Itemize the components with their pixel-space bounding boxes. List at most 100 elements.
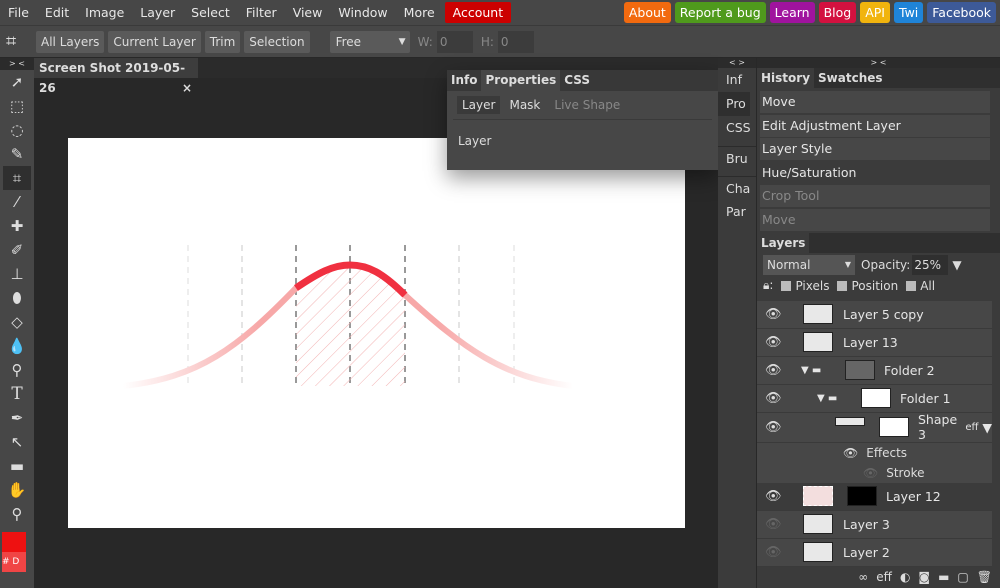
eye-icon[interactable]: 👁︎ bbox=[765, 489, 782, 504]
history-item[interactable]: Move bbox=[760, 91, 990, 113]
text-tool-icon[interactable]: T bbox=[0, 382, 34, 406]
effects-row[interactable]: 👁︎ Effects bbox=[757, 442, 992, 463]
layer-row[interactable]: 👁︎ Layer 5 copy bbox=[757, 300, 992, 329]
swap-label[interactable]: # bbox=[2, 557, 10, 567]
trash-icon[interactable]: 🗑︎ bbox=[977, 570, 992, 588]
history-item-current[interactable]: Hue/Saturation bbox=[760, 161, 990, 184]
layer-row[interactable]: 👁︎ Shape 3 eff ▼ bbox=[757, 412, 992, 443]
panel-character[interactable]: Cha bbox=[718, 176, 756, 200]
close-icon[interactable]: × bbox=[182, 78, 192, 98]
expand-toggle[interactable]: < > bbox=[718, 58, 756, 68]
layer-row[interactable]: 👁︎ Layer 2 bbox=[757, 538, 992, 567]
menu-image[interactable]: Image bbox=[77, 0, 132, 25]
tab-properties[interactable]: Properties bbox=[481, 70, 561, 91]
current-layer-button[interactable]: Current Layer bbox=[108, 30, 201, 53]
folder-icon[interactable]: ▬ bbox=[938, 570, 949, 588]
color-swatches[interactable]: # D bbox=[2, 532, 26, 572]
eraser-tool-icon[interactable]: ⬮ bbox=[0, 286, 34, 310]
subtab-layer[interactable]: Layer bbox=[457, 96, 501, 114]
eye-icon[interactable]: 👁︎ bbox=[765, 420, 782, 435]
account-button[interactable]: Account bbox=[444, 2, 512, 23]
menu-window[interactable]: Window bbox=[330, 0, 395, 25]
history-item[interactable]: Layer Style bbox=[760, 138, 990, 161]
eye-icon-hidden[interactable]: 👁︎ bbox=[765, 545, 782, 560]
crop-tool-icon[interactable]: ⌗ bbox=[3, 166, 31, 190]
eye-icon[interactable]: 👁︎ bbox=[843, 446, 858, 460]
marquee-tool-icon[interactable]: ⬚ bbox=[0, 94, 34, 118]
move-tool-icon[interactable]: ➚ bbox=[0, 70, 34, 94]
link-learn[interactable]: Learn bbox=[769, 2, 815, 23]
eye-icon[interactable]: 👁︎ bbox=[765, 307, 782, 322]
effects-button[interactable]: eff bbox=[876, 570, 892, 588]
link-api[interactable]: API bbox=[860, 2, 890, 23]
history-item-undone[interactable]: Move bbox=[760, 208, 990, 231]
blur-tool-icon[interactable]: 💧 bbox=[0, 334, 34, 358]
zoom-tool-icon[interactable]: ⚲ bbox=[0, 502, 34, 526]
menu-layer[interactable]: Layer bbox=[132, 0, 183, 25]
bucket-tool-icon[interactable]: ◇ bbox=[0, 310, 34, 334]
link-about[interactable]: About bbox=[623, 2, 671, 23]
quick-select-tool-icon[interactable]: ✎ bbox=[0, 142, 34, 166]
menu-select[interactable]: Select bbox=[183, 0, 238, 25]
collapse-toggle-right[interactable]: > < bbox=[757, 58, 1000, 68]
tab-info[interactable]: Info bbox=[447, 70, 481, 91]
healing-tool-icon[interactable]: ✚ bbox=[0, 214, 34, 238]
ratio-select[interactable]: Free ▼ bbox=[329, 30, 410, 53]
layer-row[interactable]: 👁︎ Layer 3 bbox=[757, 510, 992, 539]
history-item[interactable]: Edit Adjustment Layer bbox=[760, 114, 990, 137]
all-layers-button[interactable]: All Layers bbox=[36, 30, 105, 53]
panel-info[interactable]: Inf bbox=[718, 68, 756, 92]
menu-more[interactable]: More bbox=[396, 0, 443, 25]
selection-button[interactable]: Selection bbox=[244, 30, 310, 53]
link-icon[interactable]: ∞ bbox=[858, 570, 868, 588]
panel-properties[interactable]: Pro bbox=[718, 92, 750, 116]
eye-icon-hidden[interactable]: 👁︎ bbox=[765, 517, 782, 532]
brush-tool-icon[interactable]: ✐ bbox=[0, 238, 34, 262]
dodge-tool-icon[interactable]: ⚲ bbox=[0, 358, 34, 382]
tab-swatches[interactable]: Swatches bbox=[814, 68, 887, 88]
tab-history[interactable]: History bbox=[757, 68, 815, 88]
layer-row-selected[interactable]: 👁︎ Layer 12 bbox=[757, 482, 992, 511]
menu-file[interactable]: File bbox=[0, 0, 37, 25]
height-input[interactable]: 0 bbox=[497, 30, 534, 53]
document-tab[interactable]: Screen Shot 2019-05-26 × bbox=[34, 58, 198, 95]
lasso-tool-icon[interactable]: ◌ bbox=[0, 118, 34, 142]
lock-pixels-checkbox[interactable] bbox=[781, 280, 792, 291]
chevron-down-icon[interactable]: ▼ bbox=[982, 420, 992, 435]
opacity-slider-toggle[interactable]: ▼ bbox=[952, 258, 961, 272]
folder-expand-icon[interactable]: ▼ ▬ bbox=[817, 393, 837, 404]
layer-row[interactable]: 👁︎ Layer 13 bbox=[757, 328, 992, 357]
foreground-color[interactable] bbox=[2, 532, 26, 552]
adjustment-icon[interactable]: ◐ bbox=[900, 570, 910, 588]
link-twi[interactable]: Twi bbox=[894, 2, 924, 23]
eye-icon[interactable]: 👁︎ bbox=[765, 391, 782, 406]
subtab-mask[interactable]: Mask bbox=[504, 96, 545, 114]
default-label[interactable]: D bbox=[12, 557, 19, 567]
eye-icon[interactable]: 👁︎ bbox=[765, 335, 782, 350]
panel-brush[interactable]: Bru bbox=[718, 146, 756, 170]
collapse-toggle[interactable]: > < bbox=[0, 58, 34, 70]
eyedropper-tool-icon[interactable]: ⁄ bbox=[0, 190, 34, 214]
eye-icon[interactable]: 👁︎ bbox=[863, 466, 878, 480]
hand-tool-icon[interactable]: ✋ bbox=[0, 478, 34, 502]
panel-css[interactable]: CSS bbox=[718, 116, 756, 140]
new-layer-icon[interactable]: ▢ bbox=[957, 570, 968, 588]
pen-tool-icon[interactable]: ✒ bbox=[0, 406, 34, 430]
link-facebook[interactable]: Facebook bbox=[927, 2, 996, 23]
panel-paragraph[interactable]: Par bbox=[718, 200, 756, 224]
lock-position-checkbox[interactable] bbox=[837, 280, 848, 291]
tab-css[interactable]: CSS bbox=[560, 70, 594, 91]
trim-button[interactable]: Trim bbox=[204, 30, 241, 53]
link-blog[interactable]: Blog bbox=[818, 2, 857, 23]
menu-edit[interactable]: Edit bbox=[37, 0, 77, 25]
background-color[interactable]: # D bbox=[2, 552, 26, 572]
effects-badge[interactable]: eff bbox=[965, 422, 978, 433]
stamp-tool-icon[interactable]: ⊥ bbox=[0, 262, 34, 286]
subtab-live-shape[interactable]: Live Shape bbox=[549, 96, 625, 114]
document-canvas[interactable] bbox=[68, 138, 685, 528]
path-select-tool-icon[interactable]: ↖ bbox=[0, 430, 34, 454]
shape-tool-icon[interactable]: ▬ bbox=[0, 454, 34, 478]
folder-row[interactable]: 👁︎ ▼ ▬ Folder 2 bbox=[757, 356, 992, 385]
tab-layers[interactable]: Layers bbox=[757, 232, 810, 253]
opacity-input[interactable]: 25% bbox=[912, 254, 949, 275]
